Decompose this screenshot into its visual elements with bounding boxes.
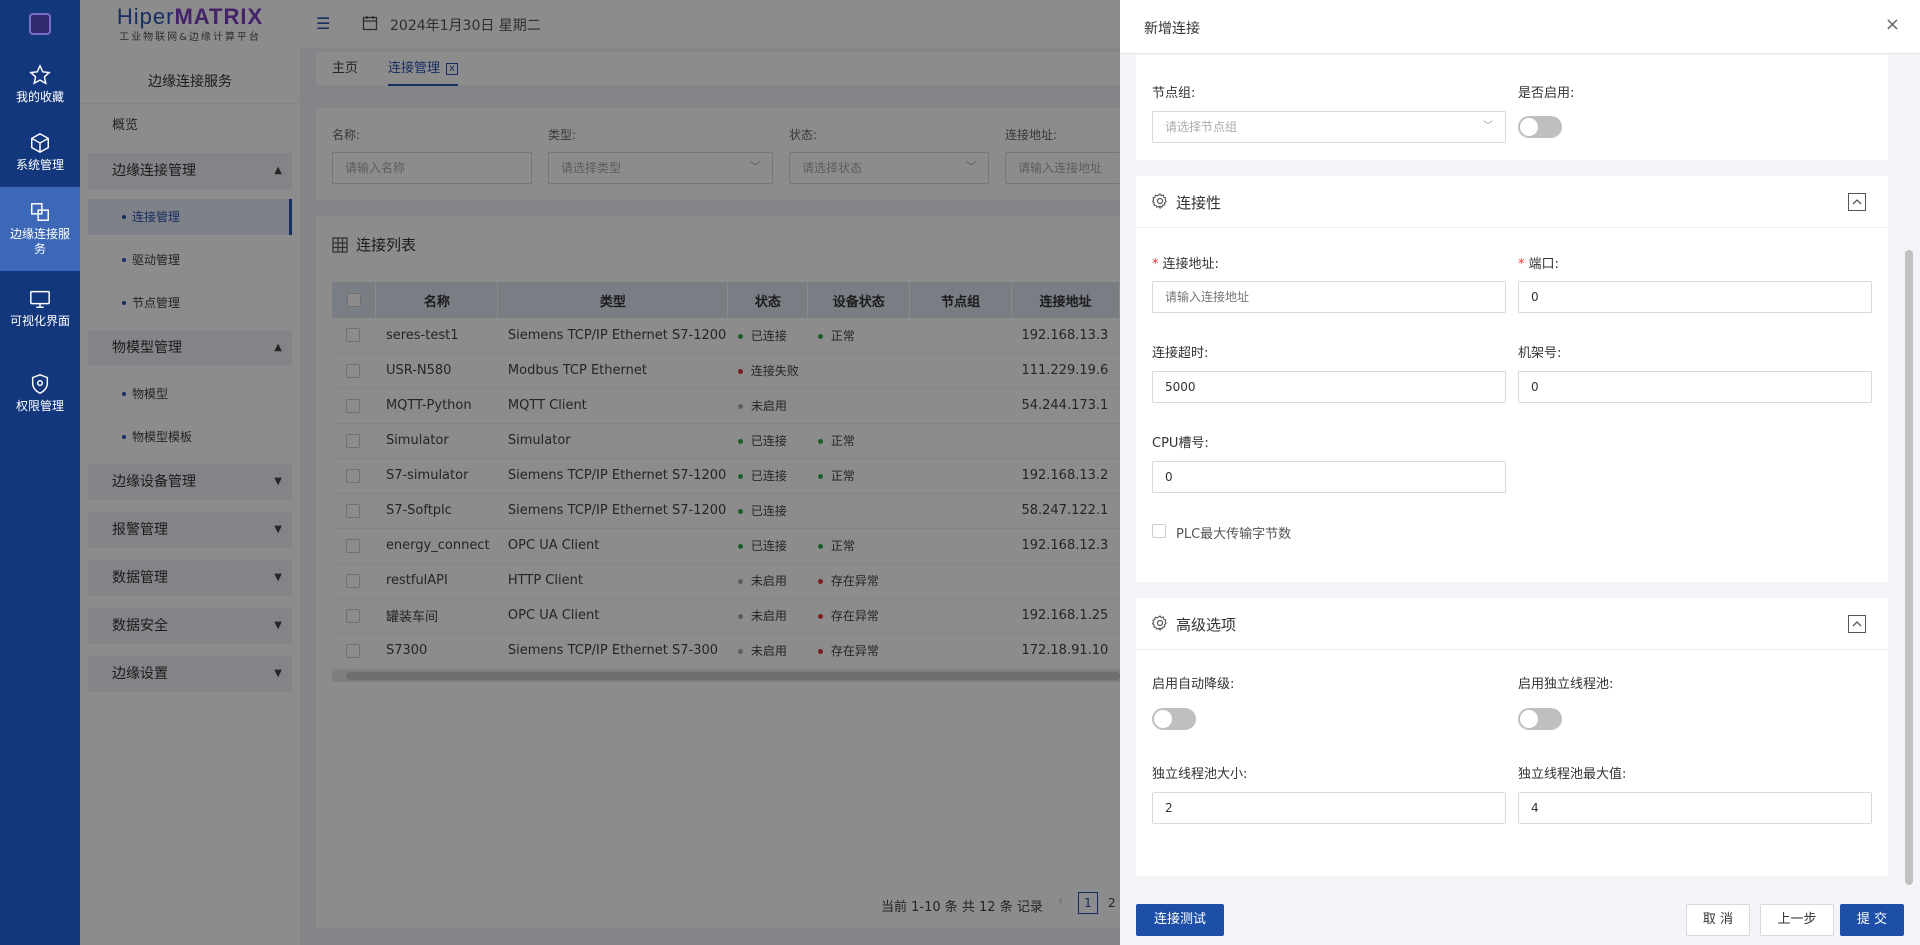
prev-step-button[interactable]: 上一步 xyxy=(1760,904,1834,936)
rail-label: 权限管理 xyxy=(15,399,64,413)
rail-label: 可视化界面 xyxy=(9,314,70,328)
gear-icon xyxy=(1152,615,1167,631)
rail-item-edge-service[interactable]: 边缘连接服务 xyxy=(0,187,80,271)
rail-label: 我的收藏 xyxy=(15,90,64,104)
shield-icon xyxy=(31,374,49,394)
pool-max-input[interactable]: 4 xyxy=(1518,792,1872,824)
rack-input[interactable]: 0 xyxy=(1518,371,1872,403)
drawer-title: 新增连接 xyxy=(1144,21,1200,37)
rail-item-favorites[interactable]: 我的收藏 xyxy=(0,64,80,110)
enable-toggle[interactable] xyxy=(1518,116,1562,138)
pool-size-input[interactable]: 2 xyxy=(1152,792,1506,824)
link-icon xyxy=(31,203,49,221)
advanced-section: 高级选项 启用自动降级: 启用独立线程池: 独立线程池大小: 2 独立线程池最大… xyxy=(1136,598,1888,876)
conn-addr-input[interactable] xyxy=(1152,281,1506,313)
submit-button[interactable]: 提 交 xyxy=(1840,904,1904,936)
cpu-slot-input[interactable]: 0 xyxy=(1152,461,1506,493)
connectivity-section: 连接性 *连接地址: *端口: 0 连接超时: 5000 机架号: 0 CPU槽… xyxy=(1136,176,1888,582)
timeout-input[interactable]: 5000 xyxy=(1152,371,1506,403)
modal-overlay[interactable] xyxy=(80,0,1120,945)
node-group-select[interactable]: 请选择节点组 ﹀ xyxy=(1152,111,1506,143)
plc-max-bytes-checkbox[interactable] xyxy=(1152,524,1166,538)
screen-icon xyxy=(30,290,50,308)
cancel-button[interactable]: 取 消 xyxy=(1686,904,1750,936)
connection-test-button[interactable]: 连接测试 xyxy=(1136,904,1224,936)
cube-icon xyxy=(31,132,49,154)
gear-icon xyxy=(1152,193,1167,209)
collapse-icon[interactable] xyxy=(1848,193,1866,211)
chevron-down-icon: ﹀ xyxy=(1483,121,1493,132)
basic-section: 节点组: 请选择节点组 ﹀ 是否启用: xyxy=(1136,55,1888,160)
rail-item-visual[interactable]: 可视化界面 xyxy=(0,288,80,350)
drawer-scrollbar[interactable] xyxy=(1905,250,1913,885)
auto-degrade-toggle[interactable] xyxy=(1152,708,1196,730)
thread-pool-toggle[interactable] xyxy=(1518,708,1562,730)
plc-max-bytes-label: PLC最大传输字节数 xyxy=(1176,527,1292,542)
connectivity-title: 连接性 xyxy=(1176,194,1222,212)
close-icon[interactable]: × xyxy=(1885,14,1900,35)
rail-item-system[interactable]: 系统管理 xyxy=(0,132,80,178)
icon-rail: 我的收藏 系统管理 边缘连接服务 可视化界面 权限管理 xyxy=(0,0,80,945)
rail-label: 系统管理 xyxy=(15,158,64,172)
collapse-icon[interactable] xyxy=(1848,615,1866,633)
advanced-title: 高级选项 xyxy=(1176,616,1237,634)
app-logo-icon xyxy=(29,13,51,35)
port-input[interactable]: 0 xyxy=(1518,281,1872,313)
rail-item-permission[interactable]: 权限管理 xyxy=(0,373,80,419)
star-icon xyxy=(29,64,51,85)
rail-label: 边缘连接服务 xyxy=(9,227,70,256)
